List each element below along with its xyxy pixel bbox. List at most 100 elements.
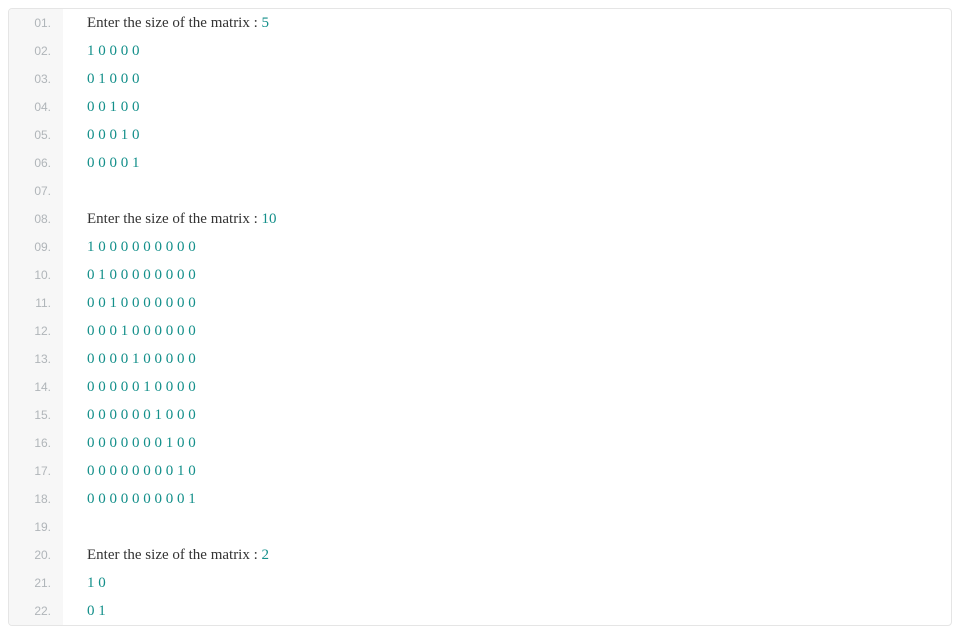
matrix-value: 0 [87,267,95,283]
code-line: 04.0 0 1 0 0 [9,93,951,121]
line-number: 09. [9,233,63,261]
matrix-value: 0 [155,295,163,311]
matrix-value: 0 [132,295,140,311]
line-number: 12. [9,317,63,345]
matrix-value: 0 [121,99,129,115]
matrix-value: 0 [143,463,151,479]
matrix-value: 0 [110,71,118,87]
matrix-value: 0 [188,407,196,423]
line-content: 0 0 0 0 0 0 0 0 1 0 [63,457,196,485]
matrix-value: 0 [98,407,106,423]
matrix-value: 0 [121,351,129,367]
matrix-value: 0 [166,239,174,255]
matrix-value: 1 [132,155,140,171]
matrix-value: 0 [143,491,151,507]
matrix-value: 0 [132,407,140,423]
matrix-value: 0 [188,239,196,255]
matrix-value: 0 [98,295,106,311]
line-content: 0 1 [63,597,106,625]
code-line: 19. [9,513,951,541]
code-line: 15.0 0 0 0 0 0 1 0 0 0 [9,401,951,429]
matrix-value: 1 [98,71,106,87]
code-line: 10.0 1 0 0 0 0 0 0 0 0 [9,261,951,289]
matrix-value: 0 [155,379,163,395]
line-content: 0 1 0 0 0 0 0 0 0 0 [63,261,196,289]
matrix-value: 0 [132,379,140,395]
matrix-value: 0 [87,99,95,115]
line-number: 14. [9,373,63,401]
matrix-value: 0 [177,491,185,507]
line-number: 13. [9,345,63,373]
matrix-value: 0 [177,295,185,311]
matrix-value: 0 [177,239,185,255]
line-content: 0 0 1 0 0 [63,93,140,121]
matrix-value: 0 [121,295,129,311]
line-number: 10. [9,261,63,289]
matrix-value: 0 [87,379,95,395]
matrix-value: 0 [188,379,196,395]
prompt-text: Enter the size of the matrix : [87,15,262,31]
matrix-value: 0 [188,267,196,283]
code-line: 17.0 0 0 0 0 0 0 0 1 0 [9,457,951,485]
matrix-value: 0 [143,239,151,255]
matrix-value: 0 [177,407,185,423]
matrix-value: 0 [87,351,95,367]
matrix-value: 0 [166,379,174,395]
matrix-value: 0 [110,407,118,423]
prompt-value: 10 [262,211,277,227]
line-content [63,177,91,205]
line-content: Enter the size of the matrix : 5 [63,9,269,37]
line-content: 0 0 0 0 1 [63,149,140,177]
matrix-value: 0 [155,463,163,479]
code-line: 16.0 0 0 0 0 0 0 1 0 0 [9,429,951,457]
matrix-value: 0 [98,323,106,339]
matrix-value: 0 [98,491,106,507]
matrix-value: 0 [132,491,140,507]
matrix-value: 0 [177,267,185,283]
line-number: 19. [9,513,63,541]
prompt-value: 2 [262,547,270,563]
matrix-value: 0 [155,351,163,367]
code-line: 21.1 0 [9,569,951,597]
matrix-value: 0 [166,463,174,479]
matrix-value: 0 [188,295,196,311]
matrix-value: 1 [132,351,140,367]
matrix-value: 0 [188,323,196,339]
matrix-value: 0 [110,491,118,507]
matrix-value: 0 [132,99,140,115]
matrix-value: 0 [155,267,163,283]
matrix-value: 0 [87,155,95,171]
matrix-value: 0 [177,323,185,339]
code-line: 05.0 0 0 1 0 [9,121,951,149]
matrix-value: 0 [121,379,129,395]
matrix-value: 0 [177,435,185,451]
matrix-value: 0 [143,351,151,367]
matrix-value: 0 [121,491,129,507]
matrix-value: 0 [110,43,118,59]
line-content: 1 0 0 0 0 [63,37,140,65]
code-line: 09.1 0 0 0 0 0 0 0 0 0 [9,233,951,261]
line-content: 1 0 [63,569,106,597]
matrix-value: 0 [121,43,129,59]
matrix-value: 0 [110,463,118,479]
code-line: 08.Enter the size of the matrix : 10 [9,205,951,233]
matrix-value: 0 [87,435,95,451]
line-number: 18. [9,485,63,513]
matrix-value: 0 [110,267,118,283]
matrix-value: 0 [155,239,163,255]
line-number: 17. [9,457,63,485]
code-line: 13.0 0 0 0 1 0 0 0 0 0 [9,345,951,373]
matrix-value: 0 [155,491,163,507]
matrix-value: 0 [132,323,140,339]
line-content: 0 1 0 0 0 [63,65,140,93]
matrix-value: 0 [188,463,196,479]
matrix-value: 0 [132,435,140,451]
code-output-block: 01.Enter the size of the matrix : 502.1 … [8,8,952,626]
matrix-value: 0 [132,239,140,255]
matrix-value: 0 [87,491,95,507]
line-number: 08. [9,205,63,233]
line-content: 0 0 0 0 1 0 0 0 0 0 [63,345,196,373]
matrix-value: 1 [87,239,95,255]
matrix-value: 1 [121,127,129,143]
matrix-value: 0 [98,127,106,143]
